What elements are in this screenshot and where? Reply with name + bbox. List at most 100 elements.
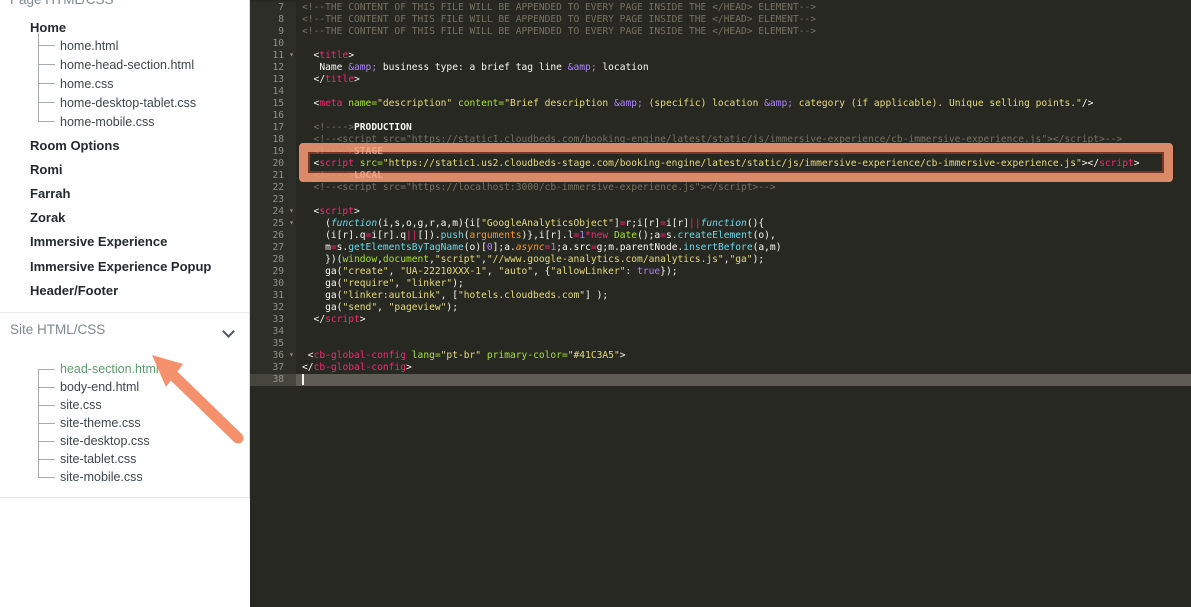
sidebar-item-room-options[interactable]: Room Options xyxy=(30,133,211,157)
line-number[interactable]: 14 xyxy=(250,86,296,98)
code-line-content[interactable]: <!--THE CONTENT OF THIS FILE WILL BE APP… xyxy=(296,2,1191,14)
sidebar-item-zorak[interactable]: Zorak xyxy=(30,206,211,230)
code-line-content[interactable] xyxy=(296,38,1191,50)
code-line[interactable]: 38 xyxy=(250,374,1191,386)
line-number[interactable]: 18 xyxy=(250,134,296,146)
line-number[interactable]: 32 xyxy=(250,302,296,314)
code-line[interactable]: 7<!--THE CONTENT OF THIS FILE WILL BE AP… xyxy=(250,2,1191,14)
code-line-content[interactable]: </script> xyxy=(296,314,1191,326)
code-line[interactable]: 24▾ <script> xyxy=(250,206,1191,218)
code-line[interactable]: 14 xyxy=(250,86,1191,98)
file-item[interactable]: home.css xyxy=(30,74,196,93)
code-line-content[interactable]: <script> xyxy=(296,206,1191,218)
code-line-content[interactable]: <!--<script src="https://localhost:3000/… xyxy=(296,182,1191,194)
code-line-content[interactable]: <meta name="description" content="Brief … xyxy=(296,98,1191,110)
code-line-content[interactable]: (i[r].q=i[r].q||[]).push(arguments)},i[r… xyxy=(296,230,1191,242)
file-item[interactable]: home.html xyxy=(30,36,196,55)
code-line[interactable]: 8<!--THE CONTENT OF THIS FILE WILL BE AP… xyxy=(250,14,1191,26)
code-line[interactable]: 30 ga("require", "linker"); xyxy=(250,278,1191,290)
line-number[interactable]: 31 xyxy=(250,290,296,302)
sidebar-item-romi[interactable]: Romi xyxy=(30,157,211,181)
line-number[interactable]: 20 xyxy=(250,158,296,170)
line-number[interactable]: 28 xyxy=(250,254,296,266)
file-item[interactable]: site-mobile.css xyxy=(30,468,159,486)
code-line-content[interactable]: Name &amp; business type: a brief tag li… xyxy=(296,62,1191,74)
line-number[interactable]: 34 xyxy=(250,326,296,338)
site-html-css-section-toggle[interactable]: Site HTML/CSS xyxy=(0,318,249,346)
code-line-content[interactable]: <title> xyxy=(296,50,1191,62)
code-line[interactable]: 29 ga("create", "UA-22210XXX-1", "auto",… xyxy=(250,266,1191,278)
code-line[interactable]: 11▾ <title> xyxy=(250,50,1191,62)
sidebar-item-home[interactable]: Home xyxy=(30,20,66,35)
sidebar-item-immersive-experience[interactable]: Immersive Experience xyxy=(30,230,211,254)
code-line-content[interactable]: (function(i,s,o,g,r,a,m){i["GoogleAnalyt… xyxy=(296,218,1191,230)
code-line-content[interactable]: ga("send", "pageview"); xyxy=(296,302,1191,314)
code-line[interactable]: 36▾ <cb-global-config lang="pt-br" prima… xyxy=(250,350,1191,362)
code-line-content[interactable] xyxy=(296,194,1191,206)
code-line[interactable]: 25▾ (function(i,s,o,g,r,a,m){i["GoogleAn… xyxy=(250,218,1191,230)
code-line-content[interactable]: <!---->LOCAL xyxy=(296,170,1191,182)
line-number[interactable]: 22 xyxy=(250,182,296,194)
code-line[interactable]: 15 <meta name="description" content="Bri… xyxy=(250,98,1191,110)
code-line[interactable]: 26 (i[r].q=i[r].q||[]).push(arguments)},… xyxy=(250,230,1191,242)
code-line[interactable]: 23 xyxy=(250,194,1191,206)
code-line-content[interactable]: ga("linker:autoLink", ["hotels.cloudbeds… xyxy=(296,290,1191,302)
line-number[interactable]: 25▾ xyxy=(250,218,296,230)
line-number[interactable]: 33 xyxy=(250,314,296,326)
code-line-content[interactable]: <!--THE CONTENT OF THIS FILE WILL BE APP… xyxy=(296,26,1191,38)
line-number[interactable]: 15 xyxy=(250,98,296,110)
code-line[interactable]: 18 <!--<script src="https://static1.clou… xyxy=(250,134,1191,146)
line-number[interactable]: 16 xyxy=(250,110,296,122)
code-line-content[interactable]: <script src="https://static1.us2.cloudbe… xyxy=(296,158,1191,170)
code-line[interactable]: 32 ga("send", "pageview"); xyxy=(250,302,1191,314)
code-line[interactable]: 20 <script src="https://static1.us2.clou… xyxy=(250,158,1191,170)
code-line-content[interactable] xyxy=(296,338,1191,350)
line-number[interactable]: 11▾ xyxy=(250,50,296,62)
code-line-content[interactable] xyxy=(296,374,1191,386)
code-line-content[interactable]: <!--THE CONTENT OF THIS FILE WILL BE APP… xyxy=(296,14,1191,26)
line-number[interactable]: 21 xyxy=(250,170,296,182)
file-item[interactable]: body-end.html xyxy=(30,378,159,396)
line-number[interactable]: 36▾ xyxy=(250,350,296,362)
page-html-css-section-label[interactable]: Page HTML/CSS xyxy=(10,0,114,7)
file-item[interactable]: site-theme.css xyxy=(30,414,159,432)
code-line[interactable]: 28 })(window,document,"script","//www.go… xyxy=(250,254,1191,266)
code-line-content[interactable]: <cb-global-config lang="pt-br" primary-c… xyxy=(296,350,1191,362)
code-line[interactable]: 19 <!---->STAGE xyxy=(250,146,1191,158)
line-number[interactable]: 12 xyxy=(250,62,296,74)
code-line[interactable]: 31 ga("linker:autoLink", ["hotels.cloudb… xyxy=(250,290,1191,302)
line-number[interactable]: 27 xyxy=(250,242,296,254)
file-item[interactable]: home-head-section.html xyxy=(30,55,196,74)
code-line-content[interactable]: ga("create", "UA-22210XXX-1", "auto", {"… xyxy=(296,266,1191,278)
code-line-content[interactable]: <!--<script src="https://static1.cloudbe… xyxy=(296,134,1191,146)
file-item[interactable]: site-tablet.css xyxy=(30,450,159,468)
line-number[interactable]: 38 xyxy=(250,374,296,386)
line-number[interactable]: 13 xyxy=(250,74,296,86)
code-line-content[interactable] xyxy=(296,110,1191,122)
code-line-content[interactable]: })(window,document,"script","//www.googl… xyxy=(296,254,1191,266)
code-line[interactable]: 10 xyxy=(250,38,1191,50)
line-number[interactable]: 19 xyxy=(250,146,296,158)
code-line[interactable]: 35 xyxy=(250,338,1191,350)
code-line[interactable]: 13 </title> xyxy=(250,74,1191,86)
code-line[interactable]: 17 <!---->PRODUCTION xyxy=(250,122,1191,134)
line-number[interactable]: 29 xyxy=(250,266,296,278)
file-item[interactable]: site-desktop.css xyxy=(30,432,159,450)
file-item[interactable]: site.css xyxy=(30,396,159,414)
line-number[interactable]: 7 xyxy=(250,2,296,14)
code-line[interactable]: 21 <!---->LOCAL xyxy=(250,170,1191,182)
code-line-content[interactable]: ga("require", "linker"); xyxy=(296,278,1191,290)
code-line[interactable]: 9<!--THE CONTENT OF THIS FILE WILL BE AP… xyxy=(250,26,1191,38)
code-line-content[interactable]: m=s.getElementsByTagName(o)[0];a.async=1… xyxy=(296,242,1191,254)
code-line[interactable]: 34 xyxy=(250,326,1191,338)
fold-arrow-icon[interactable]: ▾ xyxy=(289,49,294,61)
code-line[interactable]: 37</cb-global-config> xyxy=(250,362,1191,374)
code-line-content[interactable]: <!---->STAGE xyxy=(296,146,1191,158)
line-number[interactable]: 9 xyxy=(250,26,296,38)
file-item[interactable]: home-mobile.css xyxy=(30,112,196,131)
code-line[interactable]: 16 xyxy=(250,110,1191,122)
line-number[interactable]: 17 xyxy=(250,122,296,134)
file-item-selected[interactable]: head-section.html xyxy=(30,360,159,378)
chevron-down-icon[interactable] xyxy=(222,325,235,338)
fold-arrow-icon[interactable]: ▾ xyxy=(289,217,294,229)
